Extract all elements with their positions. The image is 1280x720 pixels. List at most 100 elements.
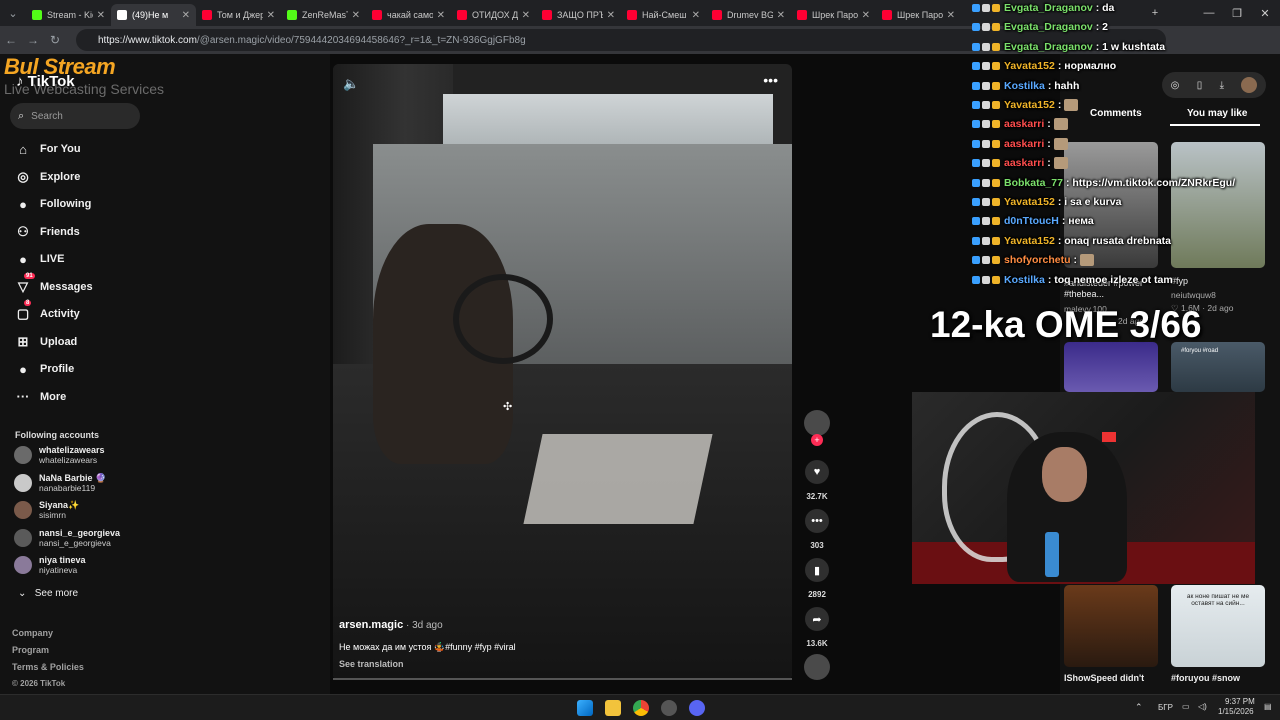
comment-icon[interactable]: ••• bbox=[805, 509, 829, 533]
search-input[interactable]: ⌕ Search bbox=[10, 103, 140, 129]
tab-close-icon[interactable]: ✕ bbox=[97, 10, 105, 21]
sidebar-item-explore[interactable]: ◎ Explore bbox=[14, 168, 80, 186]
footer-link[interactable]: Company bbox=[12, 628, 53, 638]
volume-icon[interactable]: 🔈 bbox=[343, 76, 359, 92]
tab-label: ЗАЩО ПРЪ bbox=[557, 10, 603, 20]
tab-close-icon[interactable]: ✕ bbox=[862, 10, 870, 21]
creator-handle[interactable]: arsen.magic bbox=[339, 619, 403, 631]
bookmark-icon[interactable]: ▮ bbox=[805, 558, 829, 582]
discord-icon[interactable] bbox=[689, 700, 705, 716]
coins-icon[interactable]: ◎ bbox=[1171, 80, 1180, 91]
tab-close-icon[interactable]: ✕ bbox=[522, 10, 530, 21]
close-window-icon[interactable]: ✕ bbox=[1250, 0, 1280, 26]
following-account[interactable]: niya tineva niyatineva bbox=[14, 555, 86, 575]
browser-tab[interactable]: Шрек Паро ✕ bbox=[876, 4, 961, 26]
footer-link[interactable]: Terms & Policies bbox=[12, 662, 84, 672]
forward-icon[interactable]: → bbox=[22, 33, 44, 47]
card-title[interactable]: #foruyou #snow bbox=[1171, 673, 1240, 684]
video-thumbnail[interactable] bbox=[1064, 342, 1158, 392]
user-avatar[interactable] bbox=[1241, 77, 1258, 93]
new-tab-icon[interactable]: + bbox=[1140, 0, 1170, 26]
tab-close-icon[interactable]: ✕ bbox=[437, 10, 445, 21]
following-account[interactable]: nansi_e_georgieva nansi_e_georgieva bbox=[14, 528, 120, 548]
video-player[interactable]: 🔈 ••• bbox=[333, 64, 792, 680]
account-name: whatelizawears bbox=[39, 445, 105, 455]
tab-close-icon[interactable]: ✕ bbox=[692, 10, 700, 21]
sidebar-item-profile[interactable]: ● Profile bbox=[14, 360, 74, 378]
share-icon[interactable]: ➦ bbox=[805, 607, 829, 631]
sidebar-item-for-you[interactable]: ⌂ For You bbox=[14, 140, 80, 158]
card-title[interactable]: IShowSpeed didn't bbox=[1064, 673, 1144, 684]
sidebar-item-upload[interactable]: ⊞ Upload bbox=[14, 333, 78, 351]
language-indicator[interactable]: БГР bbox=[1158, 703, 1173, 712]
browser-tab[interactable]: Drumev BG ✕ bbox=[706, 4, 791, 26]
following-account[interactable]: whatelizawears whatelizawears bbox=[14, 445, 105, 465]
windows-start-icon[interactable] bbox=[577, 700, 593, 716]
footer-link[interactable]: Program bbox=[12, 645, 49, 655]
chat-badge-icon bbox=[982, 217, 990, 226]
card-title[interactable]: #fyp bbox=[1171, 276, 1188, 287]
see-more-button[interactable]: ⌄ See more bbox=[18, 588, 78, 599]
following-account[interactable]: Siyana✨ sisimrn bbox=[14, 500, 79, 520]
sidebar-item-live[interactable]: ● LIVE bbox=[14, 250, 64, 268]
file-explorer-icon[interactable] bbox=[605, 700, 621, 716]
more-options-icon[interactable]: ••• bbox=[763, 72, 778, 88]
tiktok-logo-text: TikTok bbox=[27, 73, 75, 90]
tab-close-icon[interactable]: ✕ bbox=[607, 10, 615, 21]
tab-close-icon[interactable]: ✕ bbox=[182, 10, 190, 21]
tray-chevron-icon[interactable]: ⌃ bbox=[1135, 702, 1143, 713]
like-count: 32.7K bbox=[806, 492, 828, 501]
sidebar-item-activity[interactable]: ▢ 8 Activity bbox=[14, 300, 80, 323]
browser-tab[interactable]: Най-Смеш ✕ bbox=[621, 4, 706, 26]
tab-comments[interactable]: Comments bbox=[1090, 108, 1142, 119]
chat-badge-icon bbox=[982, 23, 990, 32]
sidebar-item-following[interactable]: ● Following bbox=[14, 195, 91, 213]
video-thumbnail[interactable]: ак ноне пишат не ме оставят на сийн... bbox=[1171, 585, 1265, 667]
tab-you-may-like[interactable]: You may like bbox=[1187, 108, 1247, 119]
following-account[interactable]: NaNa Barbie 🔮 nanabarbie119 bbox=[14, 473, 106, 493]
browser-tab[interactable]: ZenReMasTe ✕ bbox=[281, 4, 366, 26]
volume-tray-icon[interactable]: ◁) bbox=[1198, 702, 1207, 711]
follow-plus-icon[interactable]: + bbox=[811, 434, 823, 446]
minimize-icon[interactable]: — bbox=[1194, 0, 1224, 26]
chat-badge-icon bbox=[972, 198, 980, 206]
clock-time[interactable]: 9:37 PM bbox=[1225, 697, 1255, 706]
maximize-icon[interactable]: ❐ bbox=[1222, 0, 1252, 26]
video-thumbnail[interactable] bbox=[1171, 142, 1265, 268]
device-icon[interactable]: ▯ bbox=[1197, 80, 1203, 91]
video-thumbnail[interactable]: #foryou #road bbox=[1171, 342, 1265, 392]
video-progress-bar[interactable] bbox=[333, 678, 792, 680]
tab-list-icon[interactable]: ⌄ bbox=[0, 0, 26, 26]
creator-name[interactable]: arsen.magic · 3d ago bbox=[339, 619, 443, 631]
chat-text: : onaq rusata drebnata bbox=[1057, 234, 1172, 247]
music-avatar[interactable] bbox=[804, 654, 830, 680]
sidebar-item-messages[interactable]: ▽ 91 Messages bbox=[14, 272, 93, 296]
creator-avatar[interactable] bbox=[804, 410, 830, 436]
browser-tab[interactable]: Том и Джер ✕ bbox=[196, 4, 281, 26]
network-icon[interactable]: ▭ bbox=[1182, 702, 1190, 711]
activity-icon: ▢ 8 bbox=[16, 300, 32, 321]
clock-date[interactable]: 1/15/2026 bbox=[1218, 707, 1254, 716]
browser-tab[interactable]: Stream - Kic ✕ bbox=[26, 4, 111, 26]
browser-tab[interactable]: чакай само ✕ bbox=[366, 4, 451, 26]
chrome-icon[interactable] bbox=[633, 700, 649, 716]
tab-close-icon[interactable]: ✕ bbox=[352, 10, 360, 21]
browser-tab[interactable]: Шрек Паро ✕ bbox=[791, 4, 876, 26]
back-icon[interactable]: ← bbox=[0, 33, 22, 47]
reload-icon[interactable]: ↻ bbox=[44, 33, 66, 47]
tab-close-icon[interactable]: ✕ bbox=[777, 10, 785, 21]
sidebar-item-more[interactable]: ··· More bbox=[14, 388, 67, 406]
tab-close-icon[interactable]: ✕ bbox=[267, 10, 275, 21]
browser-tab[interactable]: (49)Не м ✕ bbox=[111, 4, 196, 26]
sidebar-item-friends[interactable]: ⚇ Friends bbox=[14, 223, 80, 241]
browser-tab[interactable]: ЗАЩО ПРЪ ✕ bbox=[536, 4, 621, 26]
browser-tab[interactable]: ОТИДОХ ДО ✕ bbox=[451, 4, 536, 26]
tab-close-icon[interactable]: ✕ bbox=[947, 10, 955, 21]
see-translation-button[interactable]: See translation bbox=[339, 659, 404, 669]
tiktok-logo[interactable]: ♪ TikTok bbox=[16, 73, 75, 90]
obs-icon[interactable] bbox=[661, 700, 677, 716]
like-icon[interactable]: ♥ bbox=[805, 460, 829, 484]
download-icon[interactable]: ⤓ bbox=[1220, 80, 1224, 91]
video-thumbnail[interactable] bbox=[1064, 585, 1158, 667]
notification-icon[interactable]: ▤ bbox=[1264, 702, 1272, 711]
